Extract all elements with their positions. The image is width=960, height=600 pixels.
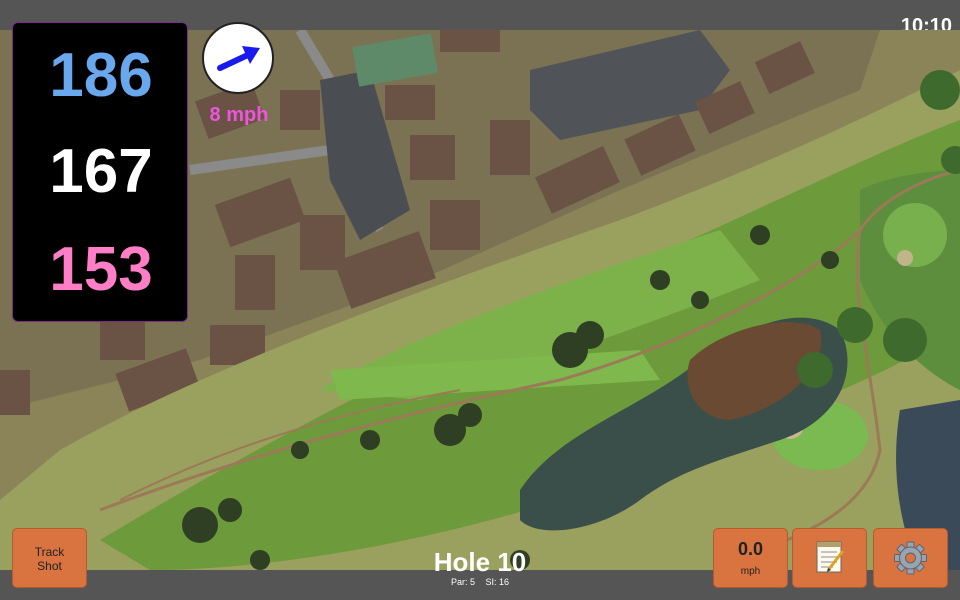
track-shot-label-line2: Shot: [37, 559, 62, 573]
distance-panel: 186 167 153: [12, 22, 188, 322]
middle-distance: 167: [49, 137, 153, 206]
wind-speed: 8 mph: [209, 104, 269, 126]
speed-unit: mph: [740, 566, 761, 577]
back-distance: 186: [49, 41, 153, 110]
notepad-icon: [816, 541, 845, 573]
speed-value: 0.0: [737, 539, 764, 559]
wind-indicator: [202, 22, 274, 94]
settings-button[interactable]: [873, 528, 948, 588]
speed-button[interactable]: 0.0 mph: [713, 528, 788, 588]
hole-par: Par: 5: [450, 577, 475, 587]
arrow-right-up-icon: [217, 46, 260, 71]
track-shot-label-line1: Track: [34, 545, 65, 559]
hole-title: Hole 10: [433, 547, 527, 577]
front-distance: 153: [49, 235, 153, 304]
track-shot-button[interactable]: Track Shot: [12, 528, 87, 588]
hole-info: Par: 5 SI: 16: [380, 577, 580, 587]
notes-button[interactable]: [792, 528, 867, 588]
hole-stroke-index: SI: 16: [485, 577, 510, 587]
gear-icon: [894, 541, 927, 575]
